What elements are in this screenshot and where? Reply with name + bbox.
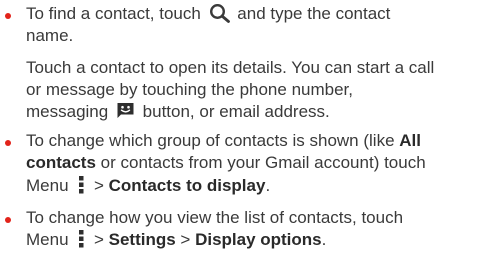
bullet1-para-line3: messaging button, or email address. bbox=[26, 101, 330, 123]
bullet1-line1: To find a contact, touch and type the co… bbox=[26, 3, 390, 25]
bullet2-line3-before: Menu bbox=[26, 176, 74, 195]
bullet3-line2-bold2: Display options bbox=[195, 230, 322, 249]
bullet3-line2-sep1: > bbox=[89, 230, 109, 249]
bullet3-line2-after: . bbox=[321, 230, 327, 249]
menu-dots-icon bbox=[75, 228, 87, 250]
bullet1-line2: name. bbox=[26, 26, 74, 45]
bullet2-line2-after: or contacts from your Gmail account) tou… bbox=[95, 153, 426, 172]
bullet2-line1-before: To change which group of contacts is sho… bbox=[26, 131, 400, 150]
bullet3-line2: Menu > Settings > Display options. bbox=[26, 229, 326, 251]
search-icon bbox=[209, 3, 231, 23]
bullet2-line1-bold: All bbox=[399, 131, 421, 150]
bullet2-line2: contacts or contacts from your Gmail acc… bbox=[26, 152, 426, 174]
menu-dots-icon bbox=[75, 174, 87, 196]
bullet1-para-line3-after: button, or email address. bbox=[137, 102, 330, 121]
bullet2-line3-sep: > bbox=[89, 176, 109, 195]
bullet-marker-3 bbox=[5, 217, 11, 223]
bullet1-para-line1: Touch a contact to open its details. You… bbox=[26, 58, 435, 77]
bullet2-line3: Menu > Contacts to display. bbox=[26, 175, 270, 197]
bullet2-line3-after: . bbox=[265, 176, 271, 195]
bullet1-line1-before: To find a contact, touch bbox=[26, 4, 206, 23]
bullet3-line2-bold1: Settings bbox=[108, 230, 176, 249]
bullet-marker-2 bbox=[5, 140, 11, 146]
bullet3-line2-sep2: > bbox=[175, 230, 196, 249]
message-bubble-icon bbox=[116, 102, 135, 119]
bullet1-line1-after: and type the contact bbox=[232, 4, 391, 23]
bullet2-line1: To change which group of contacts is sho… bbox=[26, 130, 421, 152]
bullet2-line3-bold: Contacts to display bbox=[108, 176, 266, 195]
bullet3-line1: To change how you view the list of conta… bbox=[26, 208, 404, 227]
bullet3-line2-before: Menu bbox=[26, 230, 74, 249]
bullet1-para-line2: or message by touching the phone number, bbox=[26, 80, 353, 99]
bullet-marker-1 bbox=[5, 13, 11, 19]
bullet2-line2-bold: contacts bbox=[26, 153, 96, 172]
bullet1-para-line3-before: messaging bbox=[26, 102, 113, 121]
